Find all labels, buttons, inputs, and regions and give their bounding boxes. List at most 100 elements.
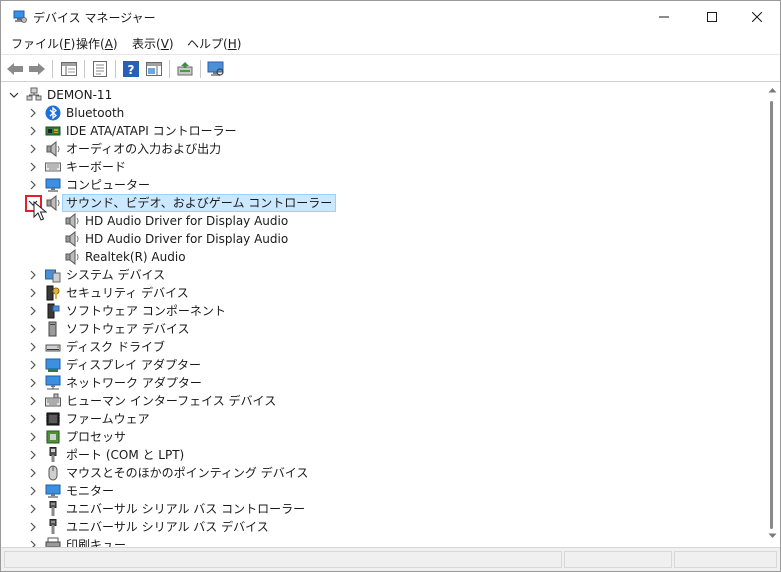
tree-item[interactable]: ネットワーク アダプター [1, 374, 761, 392]
chevron-right-icon[interactable] [27, 359, 39, 371]
properties-button[interactable] [90, 59, 110, 79]
scan-hardware-icon [207, 61, 224, 76]
chevron-right-icon[interactable] [27, 503, 39, 515]
device-tree[interactable]: DEMON-11 Bluetooth IDE ATA/ATAPI コントローラーオ… [1, 83, 765, 547]
tree-item[interactable]: オーディオの入力および出力 [1, 140, 761, 158]
scrollbar-thumb[interactable] [770, 101, 773, 529]
chevron-right-icon[interactable] [27, 431, 39, 443]
action-pane-button[interactable] [144, 59, 164, 79]
show-hide-tree-button[interactable] [59, 59, 79, 79]
title-bar[interactable]: デバイス マネージャー [1, 1, 780, 32]
menu-file-label: ファイル( [11, 37, 64, 51]
tree-item[interactable]: ユニバーサル シリアル バス デバイス [1, 518, 761, 536]
chevron-right-icon[interactable] [27, 161, 39, 173]
chevron-right-icon[interactable] [27, 143, 39, 155]
minimize-button[interactable] [641, 1, 687, 32]
help-icon: ? [123, 61, 139, 77]
tree-item[interactable]: ユニバーサル シリアル バス コントローラー [1, 500, 761, 518]
chevron-right-icon[interactable] [27, 377, 39, 389]
tree-item[interactable]: システム デバイス [1, 266, 761, 284]
scan-hardware-button[interactable] [206, 59, 226, 79]
tree-item[interactable]: ソフトウェア デバイス [1, 320, 761, 338]
bluetooth-icon [45, 105, 61, 121]
tree-item-label: ソフトウェア デバイス [66, 322, 190, 336]
tree-item[interactable]: モニター [1, 482, 761, 500]
tree-child-label: Realtek(R) Audio [85, 250, 186, 264]
tree-child-item[interactable]: Realtek(R) Audio [1, 248, 761, 266]
chevron-right-icon[interactable] [27, 449, 39, 461]
chevron-right-icon[interactable] [27, 179, 39, 191]
tree-item[interactable]: IDE ATA/ATAPI コントローラー [1, 122, 761, 140]
chevron-right-icon[interactable] [27, 395, 39, 407]
scroll-down-icon[interactable] [768, 533, 777, 539]
tree-item[interactable]: セキュリティ デバイス [1, 284, 761, 302]
toolbar: ? [1, 54, 780, 82]
computer-network-icon [26, 87, 42, 101]
toolbar-separator [169, 60, 170, 78]
network-adapter-icon [45, 375, 61, 390]
tree-item[interactable]: 印刷キュー [1, 536, 761, 547]
tree-item[interactable]: ファームウェア [1, 410, 761, 428]
ide-controller-icon [45, 126, 61, 136]
device-manager-window: デバイス マネージャー ファイル(F) 操作(A) 表示(V) ヘルプ(H) ?… [0, 0, 781, 572]
scroll-up-icon[interactable] [768, 87, 777, 93]
update-driver-button[interactable] [175, 59, 195, 79]
processor-icon [46, 430, 60, 444]
chevron-right-icon[interactable] [27, 539, 39, 547]
tree-child-item[interactable]: HD Audio Driver for Display Audio [1, 230, 761, 248]
tree-item[interactable]: キーボード [1, 158, 761, 176]
menu-help-key: H [227, 37, 237, 51]
toolbar-separator [84, 60, 85, 78]
menu-help[interactable]: ヘルプ(H) [187, 35, 241, 52]
tree-item-label: サウンド、ビデオ、およびゲーム コントローラー [62, 194, 337, 212]
chevron-right-icon[interactable] [27, 125, 39, 137]
menu-action[interactable]: 操作(A) [76, 35, 118, 52]
tree-item-label: オーディオの入力および出力 [66, 142, 222, 156]
chevron-right-icon[interactable] [27, 269, 39, 281]
chevron-down-icon[interactable] [8, 89, 20, 101]
forward-button[interactable] [27, 59, 47, 79]
forward-icon [29, 63, 45, 75]
tree-item[interactable]: ポート (COM と LPT) [1, 446, 761, 464]
close-button[interactable] [734, 1, 780, 32]
tree-item-label: Bluetooth [66, 106, 125, 120]
menu-file[interactable]: ファイル(F) [11, 35, 75, 52]
vertical-scrollbar[interactable] [765, 83, 780, 547]
tree-item[interactable]: ソフトウェア コンポーネント [1, 302, 761, 320]
display-adapter-icon [45, 358, 61, 372]
properties-icon [93, 61, 107, 77]
chevron-right-icon[interactable] [27, 287, 39, 299]
chevron-right-icon[interactable] [27, 521, 39, 533]
chevron-right-icon[interactable] [27, 485, 39, 497]
toolbar-separator [52, 60, 53, 78]
chevron-right-icon[interactable] [27, 467, 39, 479]
computer-icon [45, 178, 61, 192]
tree-child-item[interactable]: HD Audio Driver for Display Audio [1, 212, 761, 230]
chevron-right-icon[interactable] [27, 107, 39, 119]
tree-item[interactable]: ディスク ドライブ [1, 338, 761, 356]
help-button[interactable]: ? [121, 59, 141, 79]
tree-item[interactable]: ディスプレイ アダプター [1, 356, 761, 374]
chevron-right-icon[interactable] [27, 341, 39, 353]
tree-item[interactable]: マウスとそのほかのポインティング デバイス [1, 464, 761, 482]
tree-item[interactable]: コンピューター [1, 176, 761, 194]
back-button[interactable] [5, 59, 25, 79]
menu-view[interactable]: 表示(V) [132, 35, 174, 52]
usb-icon [49, 501, 57, 516]
menu-action-label: 操作( [76, 37, 105, 51]
maximize-button[interactable] [689, 1, 735, 32]
tree-item-label: ポート (COM と LPT) [66, 448, 185, 462]
speaker-icon [65, 231, 79, 247]
tree-item-label: ファームウェア [66, 412, 150, 426]
tree-item[interactable]: プロセッサ [1, 428, 761, 446]
chevron-right-icon[interactable] [27, 323, 39, 335]
hid-icon [45, 393, 61, 407]
chevron-right-icon[interactable] [27, 305, 39, 317]
chevron-right-icon[interactable] [27, 413, 39, 425]
tree-item[interactable]: サウンド、ビデオ、およびゲーム コントローラー [1, 194, 761, 212]
menu-action-end: ) [112, 37, 118, 51]
tree-root[interactable]: DEMON-11 [1, 86, 761, 104]
tree-item[interactable]: ヒューマン インターフェイス デバイス [1, 392, 761, 410]
tree-item[interactable]: Bluetooth [1, 104, 761, 122]
root-label: DEMON-11 [47, 88, 113, 102]
